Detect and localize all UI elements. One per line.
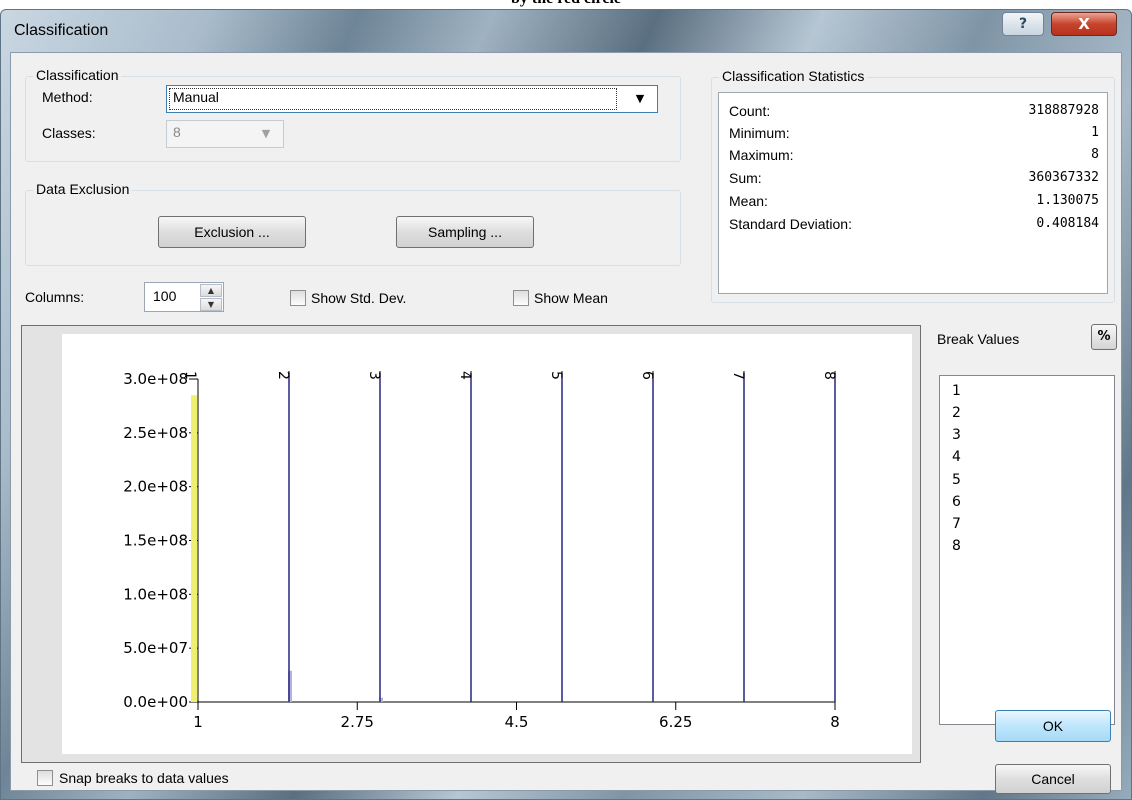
classes-dropdown[interactable]: 8 ▼ [166,120,284,148]
stat-label: Minimum: [729,125,790,141]
stat-row-maximum: Maximum: 8 [729,147,1099,169]
percent-button[interactable]: % [1091,324,1117,350]
x-tick-label: 6.25 [659,713,692,731]
y-tick-label: 0.0e+00 [123,693,188,711]
show-std-dev-label[interactable]: Show Std. Dev. [311,290,406,306]
plot-area [62,334,912,754]
classification-group: Classification Method: Manual ▼ Classes:… [25,67,681,162]
stat-label: Mean: [729,193,768,209]
y-tick-label: 5.0e+07 [123,639,188,657]
snap-breaks-checkbox[interactable] [37,770,53,786]
x-tick-label: 8 [830,713,840,731]
list-item[interactable]: 2 [952,405,961,421]
stat-label: Sum: [729,170,762,186]
stat-value: 360367332 [1028,170,1099,185]
stat-value: 1 [1091,125,1099,140]
columns-label: Columns: [25,289,85,305]
spin-up-icon[interactable]: ▲ [200,284,222,297]
stat-value: 8 [1091,147,1099,162]
focus-rect [169,88,617,110]
chevron-down-icon[interactable]: ▼ [252,124,279,144]
list-item[interactable]: 8 [952,538,961,554]
y-tick-label: 1.0e+08 [123,585,188,603]
top-caption: by the red circle [0,0,1132,8]
list-item[interactable]: 3 [952,427,961,443]
stat-row-std-dev: Standard Deviation: 0.408184 [729,216,1099,238]
columns-spinner[interactable]: 100 ▲ ▼ [144,282,224,312]
list-item[interactable]: 4 [952,449,961,465]
show-mean-label[interactable]: Show Mean [534,290,608,306]
list-item[interactable]: 1 [952,383,961,399]
classes-label: Classes: [42,125,96,141]
close-button[interactable]: X [1051,12,1117,36]
stat-value: 1.130075 [1036,193,1099,208]
classification-group-legend: Classification [33,67,122,83]
x-tick-label: 2.75 [341,713,374,731]
histogram-bar [191,395,197,702]
method-label: Method: [42,89,93,105]
method-dropdown[interactable]: Manual ▼ [166,85,658,113]
dialog-body: Classification Method: Manual ▼ Classes:… [10,52,1122,794]
help-button[interactable]: ? [1002,12,1044,36]
statistics-group: Classification Statistics Count: 31888792… [711,68,1115,303]
window-title: Classification [14,22,109,39]
columns-value: 100 [153,288,177,304]
x-tick-label: 4.5 [505,713,529,731]
show-mean-checkbox[interactable] [513,290,529,306]
stat-row-sum: Sum: 360367332 [729,170,1099,192]
stat-label: Count: [729,103,771,119]
data-exclusion-group: Data Exclusion Exclusion ... Sampling ..… [25,181,681,266]
break-values-list[interactable]: 1 2 3 4 5 6 7 8 [939,375,1115,725]
break-values-label: Break Values [937,331,1020,347]
stat-row-count: Count: 318887928 [729,103,1099,125]
classification-dialog: Classification ? X Classification Method… [0,9,1132,800]
stat-label: Maximum: [729,147,794,163]
spin-down-icon[interactable]: ▼ [200,298,222,311]
title-bar[interactable]: Classification ? X [1,10,1131,52]
histogram-chart[interactable]: 0.0e+00 5.0e+07 1.0e+08 1.5e+08 2.0e+08 2.5e+… [22,326,920,762]
y-tick-label: 2.5e+08 [123,424,188,442]
stat-label: Standard Deviation: [729,216,852,232]
break-label: 1 [182,371,198,380]
data-exclusion-legend: Data Exclusion [33,181,133,197]
cancel-button[interactable]: Cancel [995,764,1111,794]
y-tick-label: 3.0e+08 [123,370,188,388]
sampling-button[interactable]: Sampling ... [396,216,534,248]
histogram-panel[interactable]: 0.0e+00 5.0e+07 1.0e+08 1.5e+08 2.0e+08 2.5e+… [21,325,921,763]
list-item[interactable]: 6 [952,494,961,510]
classes-value: 8 [173,124,181,140]
snap-breaks-label[interactable]: Snap breaks to data values [59,770,229,786]
stat-row-minimum: Minimum: 1 [729,125,1099,147]
list-item[interactable]: 5 [952,472,961,488]
statistics-legend: Classification Statistics [719,68,868,84]
stat-value: 318887928 [1028,103,1099,118]
ok-button[interactable]: OK [995,710,1111,742]
exclusion-button[interactable]: Exclusion ... [158,216,306,248]
chevron-down-icon[interactable]: ▼ [626,89,653,109]
y-tick-label: 1.5e+08 [123,532,188,550]
stat-value: 0.408184 [1036,216,1099,231]
show-std-dev-checkbox[interactable] [290,290,306,306]
y-tick-label: 2.0e+08 [123,478,188,496]
x-tick-label: 1 [193,713,203,731]
stat-row-mean: Mean: 1.130075 [729,193,1099,215]
list-item[interactable]: 7 [952,516,961,532]
statistics-box: Count: 318887928 Minimum: 1 Maximum: 8 Sum:… [718,92,1108,294]
